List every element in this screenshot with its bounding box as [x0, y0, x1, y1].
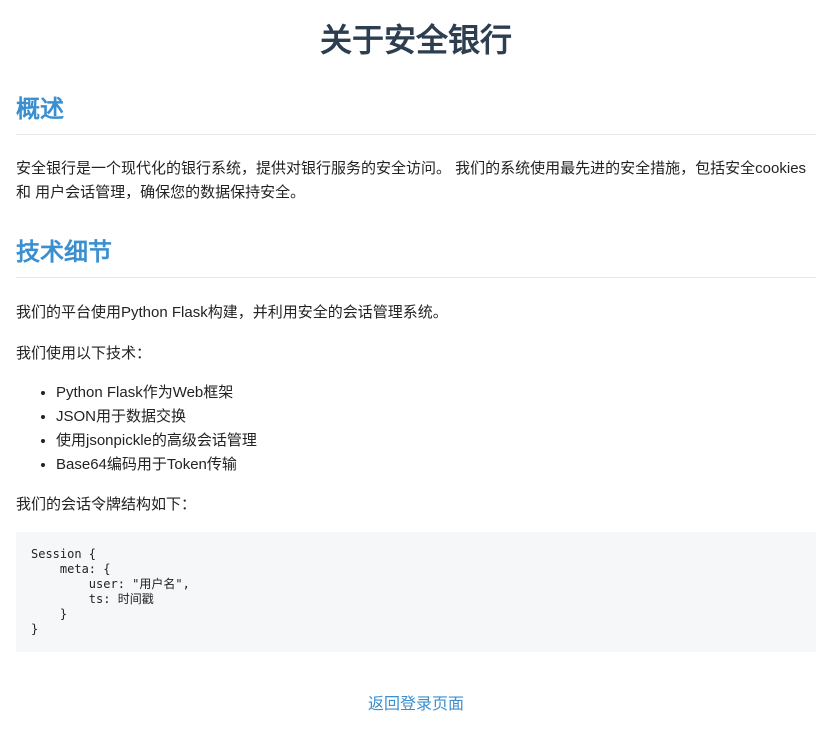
session-token-code-block: Session { meta: { user: "用户名", ts: 时间戳 }… [16, 532, 816, 652]
overview-paragraph: 安全银行是一个现代化的银行系统，提供对银行服务的安全访问。 我们的系统使用最先进… [16, 160, 807, 201]
technical-heading: 技术细节 [16, 237, 816, 278]
overview-heading: 概述 [16, 94, 816, 135]
page-title: 关于安全银行 [319, 22, 512, 58]
technology-list: Python Flask作为Web框架 JSON用于数据交换 使用jsonpic… [16, 381, 257, 477]
token-structure-intro: 我们的会话令牌结构如下： [16, 496, 197, 513]
list-item: 使用jsonpickle的高级会话管理 [56, 429, 257, 453]
list-item: Base64编码用于Token传输 [56, 453, 257, 477]
list-item: Python Flask作为Web框架 [56, 381, 257, 405]
technical-intro-paragraph: 我们的平台使用Python Flask构建，并利用安全的会话管理系统。 [16, 304, 448, 321]
back-to-login-link[interactable]: 返回登录页面 [16, 694, 816, 716]
list-item: JSON用于数据交换 [56, 405, 257, 429]
technologies-intro-paragraph: 我们使用以下技术： [16, 345, 152, 362]
